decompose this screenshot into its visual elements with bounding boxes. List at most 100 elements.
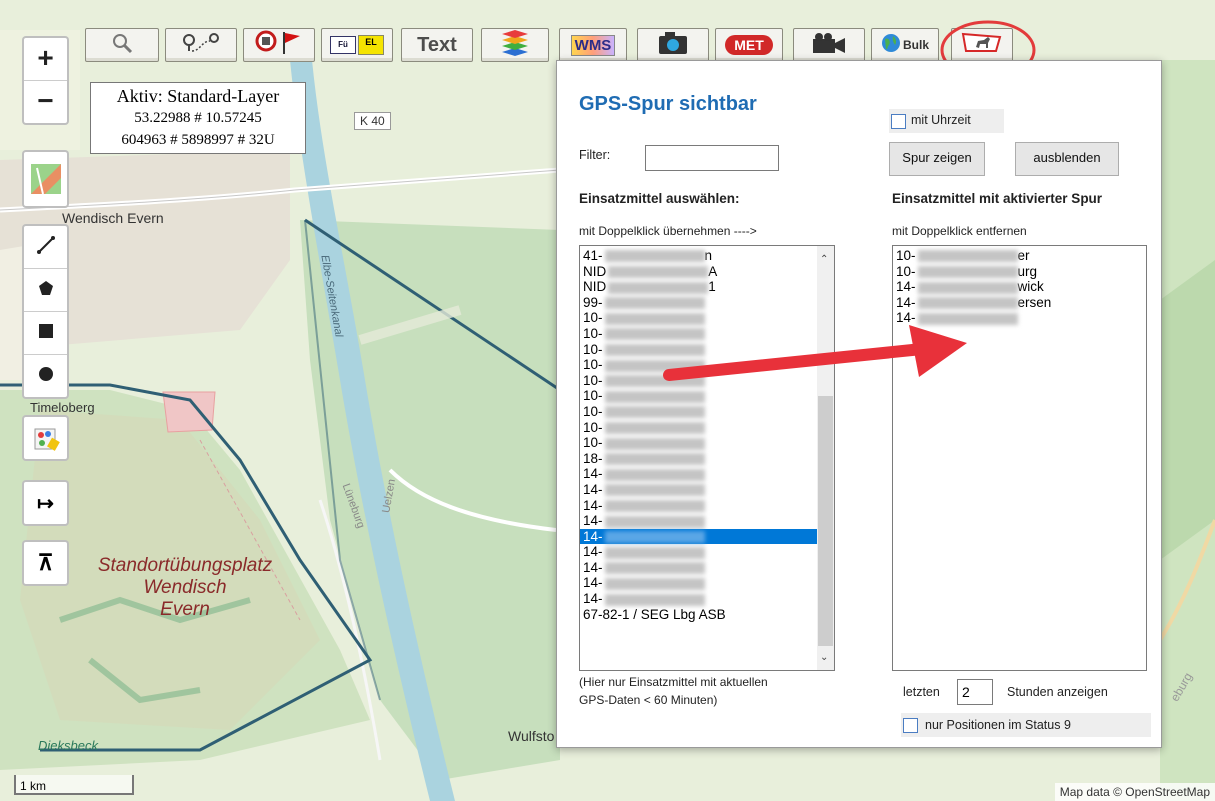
paint-palette-icon[interactable] xyxy=(24,417,67,459)
list-item[interactable]: 10- er xyxy=(893,248,1146,264)
list-item-label: 10- xyxy=(583,310,603,326)
redacted-text xyxy=(604,297,705,310)
place-label-wendisch-evern: Wendisch Evern xyxy=(62,210,164,226)
scroll-up-icon[interactable]: ⌃ xyxy=(820,252,828,268)
list-item[interactable]: 14- wick xyxy=(893,279,1146,295)
ausblenden-button[interactable]: ausblenden xyxy=(1015,142,1119,176)
fue-el-button[interactable]: Fü EL xyxy=(321,28,393,62)
redacted-text xyxy=(604,499,705,512)
letzten-label: letzten xyxy=(903,685,940,699)
vehicle-flag-icon xyxy=(254,30,304,61)
status-9-label: nur Positionen im Status 9 xyxy=(925,718,1071,732)
text-button[interactable]: Text xyxy=(401,28,473,62)
draw-circle-button[interactable] xyxy=(24,354,67,397)
wms-button[interactable]: WMS xyxy=(559,28,627,62)
filter-input[interactable] xyxy=(645,145,779,171)
redacted-text xyxy=(608,281,709,294)
zoom-out-button[interactable]: − xyxy=(24,80,67,123)
scroll-down-icon[interactable]: ⌄ xyxy=(820,650,828,666)
video-camera-icon xyxy=(811,31,847,60)
search-button[interactable] xyxy=(85,28,159,62)
layers-icon xyxy=(500,29,530,61)
list-item[interactable]: 14- xyxy=(580,560,817,576)
list-item[interactable]: 14- xyxy=(580,544,817,560)
list-item-label: 10- xyxy=(896,263,916,279)
latlon-readout: 53.22988 # 10.57245 xyxy=(134,110,262,126)
red-arrow-annotation xyxy=(663,325,967,381)
list-item[interactable]: 18- xyxy=(580,451,817,467)
circle-icon xyxy=(38,366,53,386)
list-item[interactable]: 10- urg xyxy=(893,264,1146,280)
layer-switcher[interactable] xyxy=(22,150,69,208)
list-item[interactable]: 10- xyxy=(580,420,817,436)
active-track-list[interactable]: 10- er 10- urg 14- wick 14- ersen 14- xyxy=(892,245,1147,671)
camera-button[interactable] xyxy=(637,28,709,62)
mit-uhrzeit-checkbox[interactable] xyxy=(891,114,906,129)
list-item[interactable]: 14- xyxy=(580,498,817,514)
list-item[interactable]: 14- ersen xyxy=(893,295,1146,311)
style-tool[interactable] xyxy=(22,415,69,461)
redacted-text xyxy=(917,281,1018,294)
available-units-list[interactable]: 41- n NID A NID 1 99- 10- 10- 10- 10- 10- 10- 10- 10- 1… xyxy=(579,245,835,671)
magnifier-icon xyxy=(111,32,133,59)
redacted-text xyxy=(604,484,705,497)
list-item-label: 14- xyxy=(583,513,603,529)
draw-line-button[interactable] xyxy=(24,226,67,268)
left-list-scroll-thumb[interactable] xyxy=(818,396,833,646)
list-item[interactable]: 14- xyxy=(580,482,817,498)
list-item-label: 10- xyxy=(583,388,603,404)
list-item[interactable]: 99- xyxy=(580,295,817,311)
fue-sign-label: Fü xyxy=(330,36,356,54)
top-tool[interactable]: ⊼ xyxy=(22,540,69,586)
list-item[interactable]: NID 1 xyxy=(580,279,817,295)
measure-tool[interactable]: ↦ xyxy=(22,480,69,526)
list-item[interactable]: 14- xyxy=(580,513,817,529)
spur-zeigen-button[interactable]: Spur zeigen xyxy=(889,142,985,176)
list-item[interactable]: 14- xyxy=(580,466,817,482)
right-list-heading: Einsatzmittel mit aktivierter Spur xyxy=(892,191,1103,206)
list-item-label: 10- xyxy=(896,248,916,263)
layer-switcher-icon[interactable] xyxy=(24,152,67,206)
text-button-label: Text xyxy=(417,33,457,56)
list-item-label: 41- xyxy=(583,248,603,263)
draw-rectangle-button[interactable] xyxy=(24,311,67,354)
vehicle-flag-button[interactable] xyxy=(243,28,315,62)
overline-caret-icon[interactable]: ⊼ xyxy=(24,542,67,584)
map-attribution[interactable]: Map data © OpenStreetMap xyxy=(1054,783,1215,801)
list-item-label: NID xyxy=(583,263,607,279)
list-item[interactable]: 14- xyxy=(580,591,817,607)
list-item[interactable]: 41- n xyxy=(580,248,817,264)
layers-button[interactable] xyxy=(481,28,549,62)
route-pins-icon xyxy=(180,31,222,60)
list-item[interactable]: 14- xyxy=(580,528,817,545)
redacted-text xyxy=(608,266,709,279)
active-layer-label: Aktiv: Standard-Layer xyxy=(116,86,280,106)
list-item[interactable]: 10- xyxy=(580,435,817,451)
left-list-scrollbar[interactable]: ⌃ ⌄ xyxy=(817,246,834,670)
met-button[interactable]: MET xyxy=(715,28,783,62)
square-icon xyxy=(38,323,53,343)
bulk-button[interactable]: Bulk xyxy=(871,28,939,62)
list-item-label: 14- xyxy=(896,279,916,295)
list-item-label: 14- xyxy=(583,528,603,544)
redacted-text xyxy=(604,250,705,263)
list-item-label: 18- xyxy=(583,450,603,466)
hours-input[interactable] xyxy=(957,679,993,705)
list-item[interactable]: 14- xyxy=(580,575,817,591)
list-item-label: 67-82-1 / SEG Lbg ASB xyxy=(583,606,726,622)
draw-polygon-button[interactable] xyxy=(24,268,67,311)
arrow-right-bar-icon[interactable]: ↦ xyxy=(24,482,67,524)
list-item[interactable]: 67-82-1 / SEG Lbg ASB xyxy=(580,607,817,623)
video-button[interactable] xyxy=(793,28,865,62)
filter-label: Filter: xyxy=(579,148,611,162)
list-item-label: 14- xyxy=(896,294,916,310)
list-item[interactable]: NID A xyxy=(580,264,817,280)
status-9-checkbox[interactable] xyxy=(903,718,918,733)
route-button[interactable] xyxy=(165,28,237,62)
zoom-in-button[interactable]: + xyxy=(24,38,67,80)
list-item-suffix: er xyxy=(1017,248,1030,263)
list-item-suffix: 1 xyxy=(708,279,716,295)
available-units-rows: 41- n NID A NID 1 99- 10- 10- 10- 10- 10- 10- 10- 10- 1… xyxy=(580,248,817,622)
area-label-line-2: Wendisch xyxy=(143,577,227,598)
redacted-text xyxy=(917,266,1018,279)
